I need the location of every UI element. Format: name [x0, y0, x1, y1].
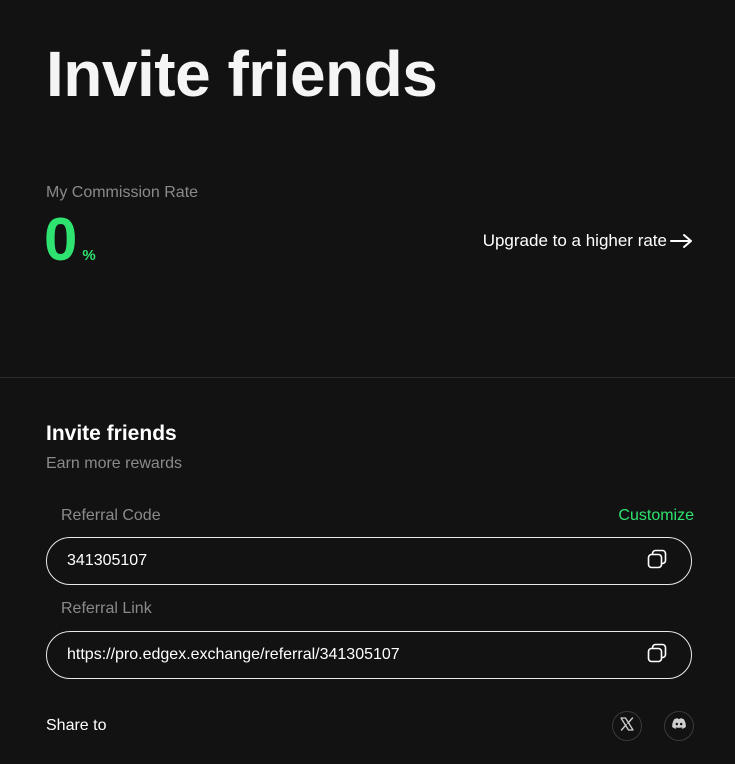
referral-link-label: Referral Link: [61, 600, 152, 617]
copy-icon: [646, 548, 668, 575]
discord-icon: [671, 717, 687, 736]
referral-code-field: 341305107: [46, 537, 692, 585]
copy-link-button[interactable]: [645, 643, 669, 667]
copy-code-button[interactable]: [645, 549, 669, 573]
section-divider: [0, 377, 735, 378]
upgrade-rate-label: Upgrade to a higher rate: [482, 231, 667, 250]
commission-rate-value: 0 %: [44, 208, 96, 272]
share-to-label: Share to: [46, 717, 107, 734]
invite-section-subtitle: Earn more rewards: [46, 455, 183, 472]
commission-rate-number: 0: [44, 206, 78, 273]
referral-code-label: Referral Code: [61, 507, 161, 524]
page-title: Invite friends: [46, 38, 438, 110]
referral-link-field: https://pro.edgex.exchange/referral/3413…: [46, 631, 692, 679]
invite-page: Invite friends My Commission Rate 0 % Up…: [0, 0, 735, 764]
share-discord-button[interactable]: [664, 711, 694, 741]
copy-icon: [646, 642, 668, 669]
x-icon: [619, 716, 635, 737]
upgrade-rate-link[interactable]: Upgrade to a higher rate: [483, 231, 694, 251]
commission-rate-unit: %: [82, 247, 96, 264]
commission-rate-label: My Commission Rate: [46, 184, 199, 201]
referral-link-value: https://pro.edgex.exchange/referral/3413…: [67, 646, 400, 663]
invite-section-title: Invite friends: [46, 422, 177, 445]
arrow-right-icon: [670, 233, 694, 249]
customize-button[interactable]: Customize: [618, 507, 694, 525]
share-x-button[interactable]: [612, 711, 642, 741]
referral-code-value: 341305107: [67, 552, 148, 569]
